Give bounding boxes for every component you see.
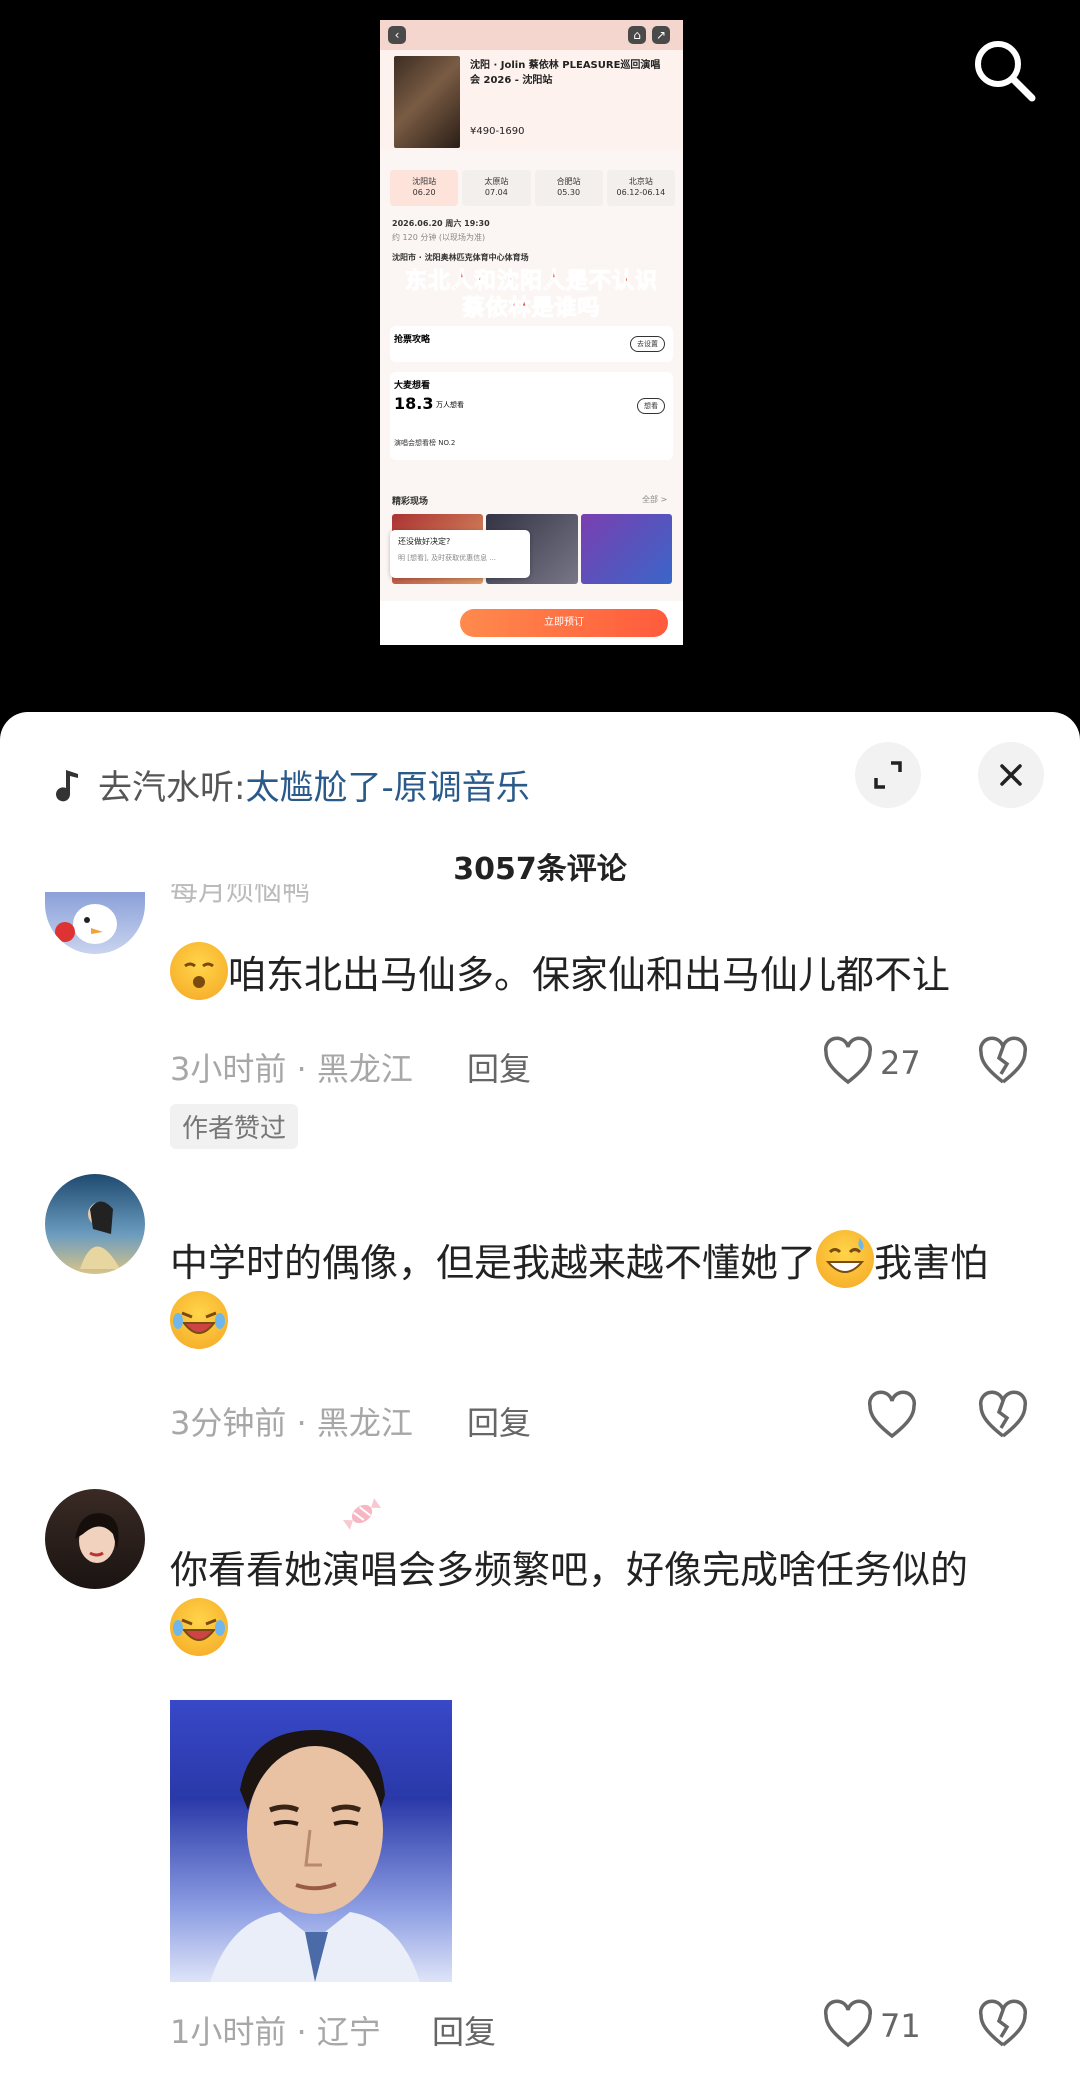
popup-title: 还没做好决定?: [398, 537, 451, 546]
share-icon: ↗: [652, 26, 670, 44]
author-liked-tag: 作者赞过: [170, 1104, 299, 1149]
highlights-title: 精彩现场: [392, 497, 429, 507]
comment-text: 你看看她演唱会多频繁吧，好像完成啥任务似的: [170, 1542, 1050, 1659]
phone-bottombar: 立即预订: [380, 601, 683, 645]
heart-icon: [823, 1036, 873, 1085]
event-datetime: 2026.06.20 周六 19:30: [392, 219, 490, 228]
comment-meta: 3小时前 · 黑龙江: [170, 1050, 413, 1088]
dislike-button[interactable]: [975, 1034, 1031, 1090]
sleepy-emoji-icon: [170, 942, 228, 1000]
want-card: 大麦想看 18.3 万人想看 想看 演唱会想看榜 NO.2: [390, 372, 673, 460]
event-poster: [394, 56, 460, 148]
video-caption-line2: 蔡依林是谁吗: [462, 296, 601, 322]
rank-line: 演唱会想看榜 NO.2: [394, 439, 456, 447]
broken-heart-icon: [978, 1999, 1028, 2047]
expand-button[interactable]: [855, 742, 921, 808]
avatar[interactable]: [45, 1174, 145, 1274]
video-player[interactable]: ‹ ⌂ ↗ 沈阳 · Jolin 蔡依林 PLEASURE巡回演唱会 2026 …: [0, 0, 1080, 730]
avatar[interactable]: [45, 1489, 145, 1589]
like-button[interactable]: [820, 1034, 876, 1090]
station-tab: 北京站 06.12-06.14: [606, 170, 675, 206]
event-title: 沈阳 · Jolin 蔡依林 PLEASURE巡回演唱会 2026 - 沈阳站: [470, 60, 661, 86]
like-count: 27: [880, 1044, 921, 1082]
heart-icon: [867, 1390, 917, 1439]
reply-button[interactable]: 回复: [432, 2007, 496, 2053]
strategy-card: 抢票攻略 去设置: [390, 326, 673, 362]
music-link[interactable]: 去汽水听: 太尴尬了-原调音乐: [48, 754, 530, 814]
buy-button: 立即预订: [460, 609, 668, 637]
candy-icon: [340, 1492, 384, 1536]
dislike-button[interactable]: [975, 1388, 1031, 1444]
station-tab: 太原站 07.04: [462, 170, 531, 206]
close-button[interactable]: [978, 742, 1044, 808]
comment-image[interactable]: [170, 1700, 452, 1982]
event-venue: 沈阳市 · 沈阳奥林匹克体育中心体育场: [392, 253, 529, 262]
like-count: 71: [880, 2007, 921, 2045]
screenshot-in-video: ‹ ⌂ ↗ 沈阳 · Jolin 蔡依林 PLEASURE巡回演唱会 2026 …: [380, 20, 683, 645]
comments-sheet: 去汽水听: 太尴尬了-原调音乐 3057条评论 每月烦恼鸭 咱东北出马仙多。保家…: [0, 712, 1080, 2081]
meme-face-image: [210, 1730, 420, 1982]
username: 每月烦恼鸭: [170, 884, 311, 906]
reply-button[interactable]: 回复: [467, 1044, 531, 1090]
event-duration: 约 120 分钟 (以现场为准): [392, 233, 486, 242]
comment-text: 咱东北出马仙多。保家仙和出马仙儿都不让: [170, 942, 1050, 1003]
grinning-sweat-emoji-icon: [816, 1230, 875, 1288]
want-value: 18.3: [394, 394, 434, 413]
reply-button[interactable]: 回复: [467, 1398, 531, 1444]
strategy-button: 去设置: [630, 336, 665, 352]
like-button[interactable]: [864, 1388, 920, 1444]
close-icon: [1000, 764, 1022, 786]
music-note-icon: [48, 764, 88, 804]
search-icon[interactable]: [970, 36, 1040, 106]
cart-icon: ⌂: [628, 26, 646, 44]
comment-meta: 3分钟前 · 黑龙江: [170, 1404, 413, 1442]
back-icon: ‹: [388, 26, 406, 44]
highlights-all: 全部 >: [642, 495, 668, 504]
station-tab: 沈阳站 06.20: [390, 170, 459, 206]
station-tab: 合肥站 05.30: [534, 170, 603, 206]
heart-icon: [823, 1999, 873, 2048]
thumbnail: [580, 514, 672, 584]
like-button[interactable]: [820, 1997, 876, 2053]
comment-count: 3057条评论: [453, 852, 627, 887]
comment-text: 中学时的偶像，但是我越来越不懂她了 我害怕: [170, 1230, 1050, 1352]
laughing-crying-emoji-icon: [170, 1291, 228, 1349]
laughing-crying-emoji-icon: [170, 1598, 228, 1656]
popup-subtitle: 明 [想看], 及时获取优惠信息 ...: [398, 554, 497, 562]
avatar[interactable]: [45, 892, 145, 954]
phone-topbar: ‹ ⌂ ↗: [380, 20, 683, 50]
music-song-title[interactable]: 太尴尬了-原调音乐: [245, 760, 529, 809]
event-header: 沈阳 · Jolin 蔡依林 PLEASURE巡回演唱会 2026 - 沈阳站 …: [380, 50, 683, 150]
strategy-title: 抢票攻略: [394, 335, 431, 345]
broken-heart-icon: [978, 1036, 1028, 1084]
broken-heart-icon: [978, 1390, 1028, 1438]
dislike-button[interactable]: [975, 1997, 1031, 2053]
station-tabs: 沈阳站 06.20 太原站 07.04 合肥站 05.30 北京站 06.12-06.1…: [390, 170, 675, 206]
comment-meta: 1小时前 · 辽宁: [170, 2013, 381, 2051]
want-button: 想看: [637, 398, 665, 414]
want-title: 大麦想看: [394, 381, 431, 391]
decision-popup: 还没做好决定? 明 [想看], 及时获取优惠信息 ...: [390, 530, 530, 578]
music-prefix: 去汽水听:: [98, 767, 246, 808]
event-price: ¥490-1690: [470, 126, 525, 137]
expand-icon: [874, 761, 902, 789]
want-unit: 万人想看: [436, 401, 464, 409]
